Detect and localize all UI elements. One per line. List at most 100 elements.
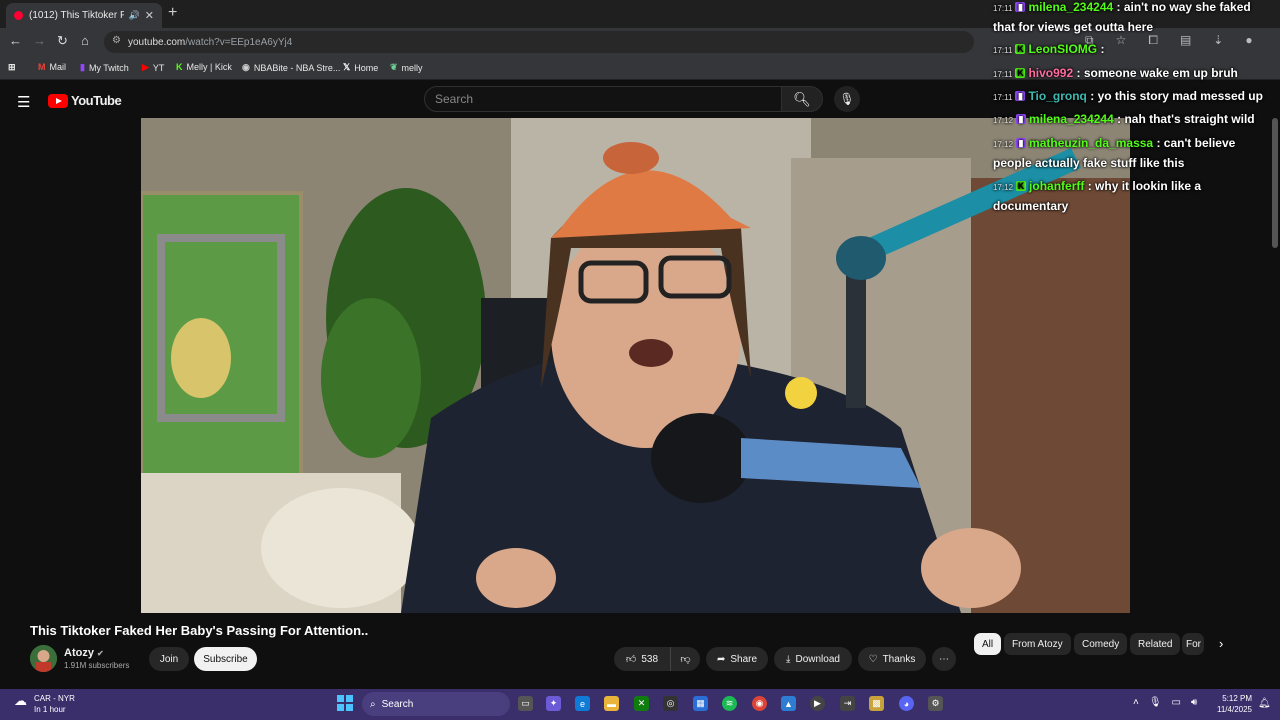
- thumbs-up-icon: 👍︎: [625, 654, 637, 665]
- url-path: /watch?v=EEp1eA6yYj4: [185, 36, 293, 48]
- site-info-icon[interactable]: ⚙: [112, 35, 121, 46]
- youtube-logo[interactable]: YouTube: [48, 93, 122, 108]
- join-button[interactable]: Join: [149, 647, 189, 671]
- bookmark-nbabite[interactable]: ◉ NBABite - NBA Stre...: [242, 62, 340, 73]
- media-player-icon[interactable]: ▶: [810, 696, 825, 711]
- edge-icon[interactable]: e: [575, 696, 590, 711]
- weather-subtitle: In 1 hour: [34, 705, 66, 714]
- windows-start-icon[interactable]: [337, 695, 353, 711]
- mic-icon: 🎙︎: [839, 92, 855, 106]
- taskbar-search[interactable]: ⌕ Search: [362, 692, 510, 716]
- more-actions-button[interactable]: ⋯: [932, 647, 956, 671]
- verified-icon: ✔: [97, 649, 104, 658]
- settings-gear-icon[interactable]: ⚙: [928, 696, 943, 711]
- hamburger-menu-icon[interactable]: ☰: [17, 93, 30, 111]
- clock-date: 11/4/2025: [1217, 705, 1252, 714]
- photos-icon[interactable]: ▲: [781, 696, 796, 711]
- twitch-icon: ▮: [1015, 2, 1026, 12]
- file-explorer-icon[interactable]: ▬: [604, 696, 619, 711]
- chip-related[interactable]: Related: [1130, 633, 1181, 655]
- nbabite-icon: ◉: [242, 62, 250, 72]
- chevron-up-icon[interactable]: ˄: [1133, 697, 1139, 708]
- search-icon: ⌕: [370, 698, 376, 710]
- channel-avatar[interactable]: [30, 645, 57, 672]
- xbox-icon[interactable]: ✕: [634, 696, 649, 711]
- twitch-icon: ▮: [80, 62, 85, 72]
- chip-all[interactable]: All: [974, 633, 1002, 655]
- bookmark-my-twitch[interactable]: ▮ My Twitch: [80, 62, 129, 73]
- channel-name[interactable]: Atozy ✔: [64, 647, 104, 659]
- home-icon[interactable]: ⌂: [81, 33, 89, 48]
- subscribe-button[interactable]: Subscribe: [194, 647, 257, 671]
- app-icon[interactable]: ⇥: [840, 696, 855, 711]
- chevron-right-icon[interactable]: ›: [1219, 636, 1223, 651]
- speaker-icon[interactable]: 🔊: [129, 10, 140, 21]
- chip-from-atozy[interactable]: From Atozy: [1004, 633, 1071, 655]
- copilot-icon[interactable]: ✦: [546, 696, 561, 711]
- kick-icon: K: [1015, 68, 1026, 78]
- download-button[interactable]: ⤓ Download: [774, 647, 852, 671]
- system-clock[interactable]: 5:12 PM 11/4/2025: [1204, 693, 1252, 715]
- close-tab-icon[interactable]: ✕: [145, 9, 154, 22]
- search-input[interactable]: Search: [424, 86, 782, 112]
- chip-for-you[interactable]: For: [1182, 633, 1204, 655]
- spotify-icon[interactable]: ≋: [722, 696, 737, 711]
- video-frame: [141, 118, 1130, 613]
- like-button[interactable]: 👍︎ 538: [614, 647, 670, 671]
- screen: (1012) This Tiktoker Faked H 🔊 ✕ + ← → ↻…: [0, 0, 1280, 720]
- steam-icon[interactable]: ◎: [663, 696, 678, 711]
- network-icon[interactable]: ▭: [1172, 697, 1181, 708]
- chat-message: 17:12 Kjohanferff : why it lookin like a …: [993, 179, 1202, 213]
- chat-message: 17:12 ▮ milena_234244 : nah that's straigh…: [993, 112, 1255, 126]
- chat-message: 17:11 ▮ Tio_gronq : yo this story mad mess…: [993, 89, 1263, 103]
- weather-title: CAR - NYR: [34, 694, 75, 703]
- task-view-icon[interactable]: ▭: [518, 696, 533, 711]
- url-host: youtube.com: [128, 36, 186, 48]
- notification-bell-icon[interactable]: 🔔︎: [1258, 698, 1271, 709]
- chrome-icon[interactable]: ◉: [752, 696, 767, 711]
- bookmark-melly-kick[interactable]: K Melly | Kick: [176, 62, 232, 72]
- kick-icon: K: [1015, 44, 1026, 54]
- chat-overlay: 17:11 ▮ milena_234244 : ain't no way she f…: [990, 0, 1280, 220]
- chat-message: 17:11 K LeonSIOMG :: [993, 42, 1105, 56]
- voice-search-button[interactable]: 🎙︎: [834, 86, 860, 112]
- reload-icon[interactable]: ↻: [57, 33, 68, 49]
- back-icon[interactable]: ←: [9, 33, 22, 48]
- address-bar[interactable]: ⚙ youtube.com/watch?v=EEp1eA6yYj4: [104, 31, 974, 53]
- share-icon: ➦: [716, 653, 726, 665]
- x-icon: 𝕏: [343, 62, 351, 72]
- thanks-icon: ♡: [868, 653, 878, 665]
- new-tab-button[interactable]: +: [168, 4, 177, 22]
- search-button[interactable]: 🔍︎: [781, 86, 823, 112]
- leaf-icon: ❦: [390, 62, 398, 72]
- discord-icon[interactable]: ◕: [899, 696, 914, 711]
- share-button[interactable]: ➦ Share: [706, 647, 768, 671]
- chat-message: 17:11 Khivo992 : someone wake em up bruh: [993, 66, 1238, 80]
- store-icon[interactable]: ▦: [693, 696, 708, 711]
- obs-icon[interactable]: ▩: [869, 696, 884, 711]
- mic-tray-icon[interactable]: 🎙︎: [1149, 697, 1162, 708]
- chat-message: 17:12 ▮ matheuzin_da_massa : can't believe…: [993, 136, 1236, 170]
- youtube-logo-text: YouTube: [71, 93, 122, 108]
- weather-widget[interactable]: ☁ CAR - NYR In 1 hour: [14, 693, 75, 715]
- thanks-button[interactable]: ♡ Thanks: [858, 647, 926, 671]
- weather-icon: ☁: [14, 693, 27, 708]
- twitch-icon: ▮: [1016, 114, 1027, 124]
- browser-tab[interactable]: (1012) This Tiktoker Faked H 🔊 ✕: [6, 3, 162, 28]
- youtube-icon: ▶: [142, 62, 149, 72]
- page-scrollbar[interactable]: [1272, 118, 1278, 248]
- bookmark-mail[interactable]: M Mail: [38, 62, 66, 72]
- apps-grid-icon[interactable]: ⊞: [8, 62, 16, 73]
- volume-icon[interactable]: 🔊︎: [1191, 697, 1197, 708]
- bookmark-yt[interactable]: ▶ YT: [142, 62, 164, 73]
- dislike-button[interactable]: 👎︎: [670, 647, 700, 671]
- bookmark-home[interactable]: 𝕏 Home: [343, 62, 378, 73]
- forward-icon[interactable]: →: [33, 33, 46, 48]
- video-player[interactable]: [141, 118, 1130, 613]
- clock-time: 5:12 PM: [1222, 694, 1252, 703]
- chip-comedy[interactable]: Comedy: [1074, 633, 1128, 655]
- chat-message: 17:11 ▮ milena_234244 : ain't no way she f…: [993, 0, 1251, 34]
- download-icon: ⤓: [786, 653, 791, 665]
- bookmark-melly[interactable]: ❦ melly: [390, 62, 423, 73]
- twitch-icon: ▮: [1016, 138, 1027, 148]
